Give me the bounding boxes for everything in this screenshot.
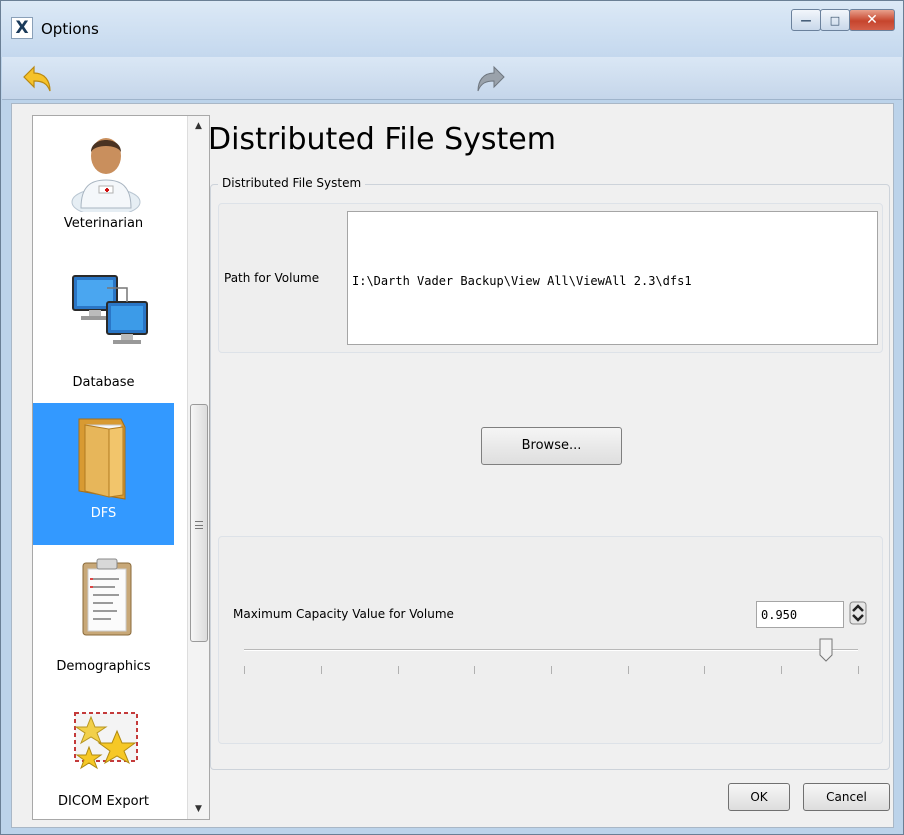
cancel-button[interactable]: Cancel [803,783,890,811]
sidebar-item-label: DFS [90,506,117,521]
slider-tick [704,666,705,674]
slider-tick [321,666,322,674]
sidebar-item-dicom-export[interactable]: DICOM Export [33,687,174,819]
sidebar-scrollbar[interactable]: ▲ ▼ [187,116,209,819]
capacity-slider[interactable] [244,649,858,651]
back-button[interactable] [20,61,56,97]
content-panel: Veterinarian Database DFS Demographics D… [11,103,894,828]
slider-tick [551,666,552,674]
sidebar-item-label: Demographics [56,659,151,674]
sidebar-item-database[interactable]: Database [33,258,174,400]
slider-tick [781,666,782,674]
grip-icon [195,521,203,529]
slider-tick [474,666,475,674]
groupbox-title: Distributed File System [218,176,366,190]
clipboard-icon [82,558,132,636]
sidebar-item-label: Veterinarian [63,216,144,231]
back-arrow-icon [23,65,51,92]
category-list: Veterinarian Database DFS Demographics D… [32,115,210,820]
slider-tick [628,666,629,674]
folder-icon [78,418,126,500]
path-field[interactable]: I:\Darth Vader Backup\View All\ViewAll 2… [347,211,878,345]
scroll-up-arrow-icon[interactable]: ▲ [188,116,209,136]
maximize-button[interactable]: □ [820,9,850,31]
page-title: Distributed File System [208,122,556,157]
sidebar-item-label: DICOM Export [57,794,150,809]
sidebar-item-demographics[interactable]: Demographics [33,545,174,687]
scroll-thumb[interactable] [190,404,208,642]
window-title: Options [41,20,99,38]
path-label: Path for Volume [224,271,320,285]
slider-tick [858,666,859,674]
forward-button[interactable] [472,61,508,97]
minimize-icon: — [800,13,812,27]
scroll-down-arrow-icon[interactable]: ▼ [188,799,209,819]
stars-envelope-icon [74,712,138,770]
capacity-label: Maximum Capacity Value for Volume [233,607,454,621]
capacity-panel [218,536,883,744]
close-icon: ✕ [866,12,878,28]
sidebar-item-label: Database [72,375,135,390]
slider-thumb[interactable] [819,638,833,662]
veterinarian-icon [71,138,141,212]
options-window: X Options — □ ✕ Veterinarian Database DF… [0,0,904,835]
slider-tick [398,666,399,674]
forward-arrow-icon [477,65,505,92]
minimize-button[interactable]: — [791,9,821,31]
sidebar-item-veterinarian[interactable]: Veterinarian [33,116,174,258]
ok-button[interactable]: OK [728,783,790,811]
app-logo-icon: X [11,17,33,39]
browse-button[interactable]: Browse... [481,427,622,465]
database-computers-icon [72,275,148,344]
sidebar-item-dfs[interactable]: DFS [33,403,174,545]
close-button[interactable]: ✕ [849,9,895,31]
maximize-icon: □ [829,13,841,27]
title-bar[interactable]: X Options — □ ✕ [1,1,903,57]
toolbar [2,57,902,100]
capacity-spinbox[interactable]: 0.950 [756,601,844,628]
slider-tick [244,666,245,674]
window-controls: — □ ✕ [791,9,895,33]
spin-arrows-icon[interactable] [849,601,867,625]
